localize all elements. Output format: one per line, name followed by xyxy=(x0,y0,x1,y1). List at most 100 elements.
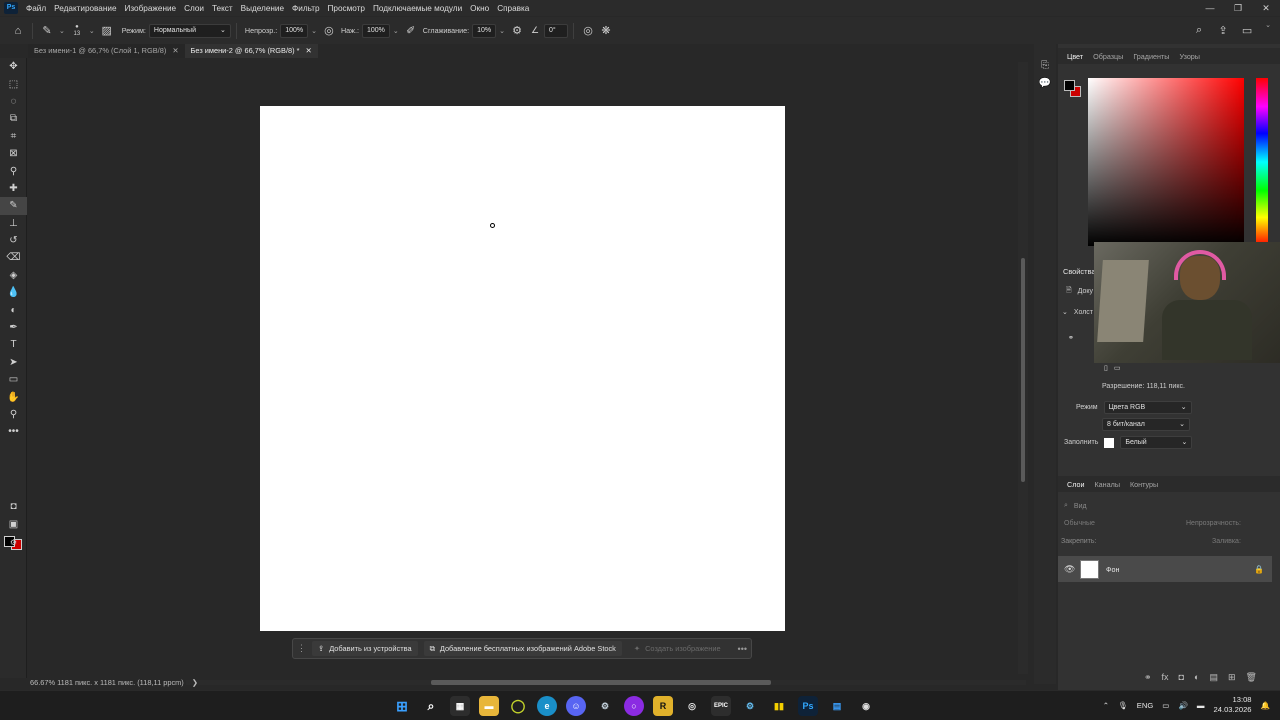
comments-panel-icon[interactable]: 💬 xyxy=(1034,74,1056,92)
chevron-down-icon[interactable]: ⌄ xyxy=(1265,21,1271,39)
steam-icon[interactable]: ⚙ xyxy=(740,696,760,716)
menu-plugins[interactable]: Подключаемые модули xyxy=(369,4,466,13)
object-select-tool-icon[interactable]: ⧉ xyxy=(0,110,27,127)
tab-document-2[interactable]: Без имени-2 @ 66,7% (RGB/8) * ✕ xyxy=(184,44,318,58)
foreground-color-swatch[interactable] xyxy=(1064,80,1075,91)
pressure-size-icon[interactable]: ◎ xyxy=(579,22,597,40)
menu-image[interactable]: Изображение xyxy=(121,4,181,13)
menu-view[interactable]: Просмотр xyxy=(324,4,369,13)
restore-button[interactable]: ❐ xyxy=(1224,0,1252,16)
canvas-workspace[interactable] xyxy=(28,58,1018,678)
history-panel-icon[interactable]: ⎘ xyxy=(1034,56,1056,74)
chevron-down-icon[interactable]: ⌄ xyxy=(311,27,317,35)
menu-file[interactable]: Файл xyxy=(22,4,50,13)
landscape-icon[interactable]: ▭ xyxy=(1114,364,1121,372)
link-icon[interactable]: ⚭ xyxy=(1144,672,1152,683)
opacity-field[interactable]: 100% xyxy=(280,23,309,38)
fx-icon[interactable]: fx xyxy=(1162,672,1169,683)
add-from-device-button[interactable]: ⇪ Добавить из устройства xyxy=(312,641,418,656)
lasso-tool-icon[interactable]: ◌ xyxy=(0,93,27,110)
tab-gradients[interactable]: Градиенты xyxy=(1128,52,1174,61)
app-icon[interactable]: ◎ xyxy=(682,696,702,716)
zoom-level[interactable]: 66.67% xyxy=(30,678,55,687)
rectangle-tool-icon[interactable]: ▭ xyxy=(0,371,27,388)
eraser-tool-icon[interactable]: ⌫ xyxy=(0,249,27,266)
smoothing-field[interactable]: 10% xyxy=(472,23,497,38)
app-icon[interactable]: ▮▮ xyxy=(769,696,789,716)
color-picker-field[interactable] xyxy=(1088,78,1244,246)
crop-tool-icon[interactable]: ⌗ xyxy=(0,128,27,145)
brush-tool-icon[interactable]: ✎ xyxy=(0,197,27,215)
tab-color[interactable]: Цвет xyxy=(1062,52,1088,61)
app-icon[interactable]: ○ xyxy=(624,696,644,716)
menu-layers[interactable]: Слои xyxy=(180,4,208,13)
store-icon[interactable]: ▦ xyxy=(450,696,470,716)
menu-text[interactable]: Текст xyxy=(208,4,237,13)
mode-select[interactable]: Нормальный ⌄ xyxy=(148,23,231,38)
frame-tool-icon[interactable]: ⊠ xyxy=(0,145,27,162)
dodge-tool-icon[interactable]: ◐ xyxy=(0,301,27,318)
scrollbar-thumb[interactable] xyxy=(1021,258,1025,482)
menu-select[interactable]: Выделение xyxy=(237,4,288,13)
notifications-icon[interactable]: 🔔 xyxy=(1261,701,1270,710)
eye-icon[interactable]: 👁 xyxy=(1064,564,1075,575)
layer-row-background[interactable]: 👁 Фон 🔒 xyxy=(1058,556,1272,582)
eyedropper-tool-icon[interactable]: ⚲ xyxy=(0,162,27,179)
close-icon[interactable]: ✕ xyxy=(306,44,312,58)
link-dimensions-icon[interactable]: ⚭ xyxy=(1068,334,1074,342)
folder-icon[interactable]: ▤ xyxy=(1209,672,1218,683)
adjustment-icon[interactable]: ◐ xyxy=(1194,672,1199,683)
portrait-icon[interactable]: ▯ xyxy=(1104,364,1108,372)
pressure-field[interactable]: 100% xyxy=(361,23,390,38)
fill-color-swatch[interactable] xyxy=(1104,437,1115,448)
document-canvas[interactable] xyxy=(260,106,785,631)
history-brush-icon[interactable]: ↺ xyxy=(0,232,27,249)
symmetry-icon[interactable]: ❋ xyxy=(597,22,615,40)
brush-preset-icon[interactable]: ✎ xyxy=(38,22,56,40)
trash-icon[interactable]: 🗑 xyxy=(1246,672,1257,683)
language-indicator[interactable]: ENG xyxy=(1137,701,1153,710)
file-explorer-icon[interactable]: ▬ xyxy=(479,696,499,716)
minimize-button[interactable]: — xyxy=(1196,0,1224,16)
more-tools-icon[interactable]: ••• xyxy=(0,423,27,440)
bit-depth-select[interactable]: 8 бит/канал ⌄ xyxy=(1102,418,1190,431)
brush-size-picker[interactable]: ● 13 xyxy=(68,22,86,40)
screen-mode-icon[interactable]: ▣ xyxy=(0,516,27,533)
menu-edit[interactable]: Редактирование xyxy=(50,4,120,13)
steam-icon[interactable]: ⚙ xyxy=(595,696,615,716)
airbrush-icon[interactable]: ✐ xyxy=(402,22,420,40)
brush-settings-icon[interactable]: ▨ xyxy=(98,22,116,40)
windows-start-icon[interactable]: ⊞ xyxy=(392,696,412,716)
new-layer-icon[interactable]: ⊞ xyxy=(1228,672,1236,683)
move-tool-icon[interactable]: ✥ xyxy=(0,58,27,75)
gear-icon[interactable]: ⚙ xyxy=(508,22,526,40)
canvas-section-header[interactable]: ⌄ Холст xyxy=(1062,308,1093,317)
photoshop-taskbar-icon[interactable]: Ps xyxy=(798,696,818,716)
tab-layers[interactable]: Слои xyxy=(1062,480,1089,489)
hue-slider[interactable] xyxy=(1256,78,1268,246)
chevron-down-icon[interactable]: ⌄ xyxy=(89,27,95,35)
pen-tool-icon[interactable]: ✒ xyxy=(0,319,27,336)
blur-tool-icon[interactable]: 💧 xyxy=(0,284,27,301)
color-mode-select[interactable]: Цвета RGB ⌄ xyxy=(1103,401,1192,414)
close-button[interactable]: ✕ xyxy=(1252,0,1280,16)
menu-window[interactable]: Окно xyxy=(466,4,493,13)
chevron-down-icon[interactable]: ⌄ xyxy=(59,27,65,35)
tab-document-1[interactable]: Без имени-1 @ 66,7% (Слой 1, RGB/8) ✕ xyxy=(28,44,185,58)
mask-icon[interactable]: ◘ xyxy=(1179,672,1184,683)
path-select-icon[interactable]: ➤ xyxy=(0,354,27,371)
vertical-scrollbar[interactable] xyxy=(1018,62,1028,674)
battery-icon[interactable]: ▬ xyxy=(1197,701,1205,710)
notepad-icon[interactable]: ▤ xyxy=(827,696,847,716)
discord-icon[interactable]: ☺ xyxy=(566,696,586,716)
network-icon[interactable]: ▭ xyxy=(1162,701,1169,710)
tab-patterns[interactable]: Узоры xyxy=(1174,52,1205,61)
layers-search[interactable]: ⌕ Вид xyxy=(1064,502,1087,510)
obs-icon[interactable]: ◉ xyxy=(856,696,876,716)
menu-filter[interactable]: Фильтр xyxy=(288,4,324,13)
more-options-icon[interactable]: ••• xyxy=(738,644,747,654)
home-icon[interactable]: ⌂ xyxy=(9,22,27,40)
chevron-up-icon[interactable]: ⌃ xyxy=(1103,701,1109,710)
menu-help[interactable]: Справка xyxy=(493,4,533,13)
search-icon[interactable]: ⌕ xyxy=(421,696,441,716)
